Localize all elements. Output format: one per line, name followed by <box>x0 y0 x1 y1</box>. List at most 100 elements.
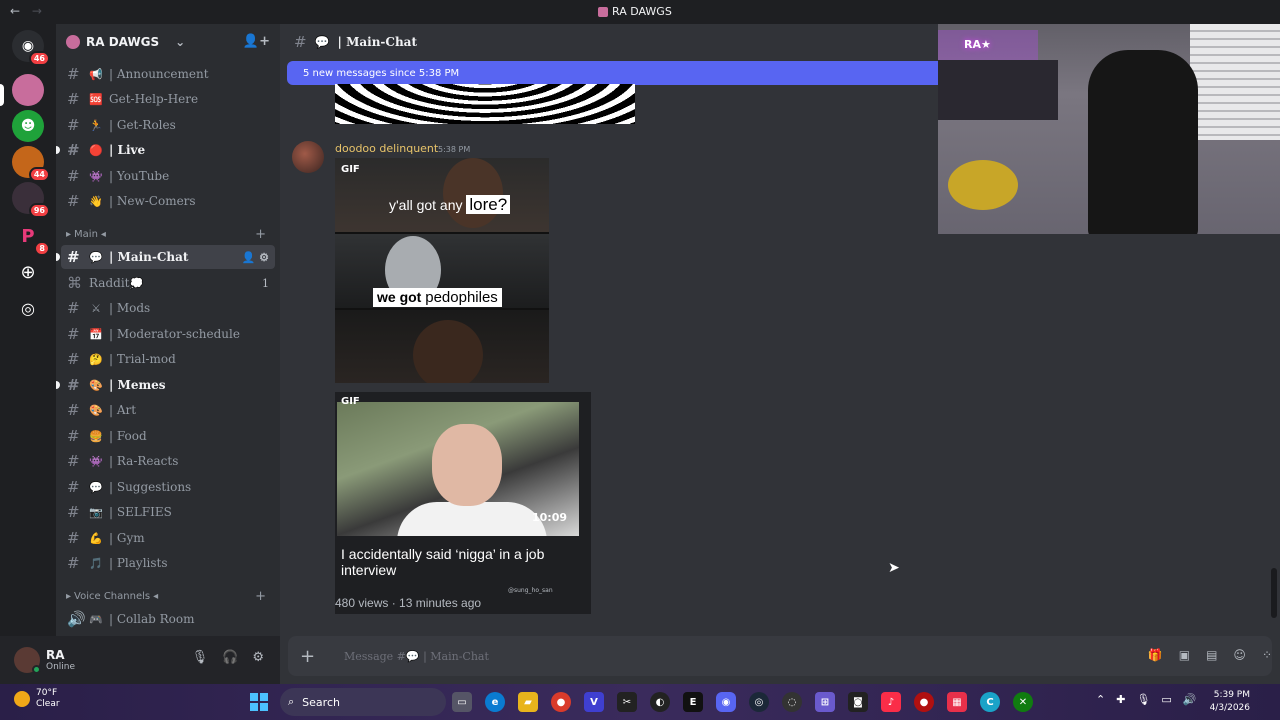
meme-gif[interactable]: y'all got any lore? we got pedophiles GI… <box>335 158 549 383</box>
channel-get-help-here[interactable]: # 🆘 Get-Help-Here <box>61 87 275 111</box>
voice-collab-room[interactable]: 🔊 🎮 | Collab Room <box>61 607 275 631</box>
channel-playlists[interactable]: # 🎵 | Playlists <box>61 551 275 575</box>
meme-panel-3 <box>335 310 549 383</box>
channel-memes[interactable]: # 🎨 | Memes <box>56 373 275 397</box>
windows-start-icon[interactable] <box>250 693 268 711</box>
weather-widget[interactable]: 70°F Clear <box>14 688 60 710</box>
discord-icon[interactable]: ◉ <box>716 692 736 712</box>
server-p-badge: 8 <box>34 241 50 256</box>
message-input[interactable]: Message #💬 | Main-Chat <box>344 650 489 663</box>
back-icon[interactable]: ← <box>10 4 20 18</box>
chrome-icon[interactable]: ● <box>551 692 571 712</box>
channel-food[interactable]: # 🍔 | Food <box>61 424 275 448</box>
folder-icon[interactable]: ▰ <box>518 692 538 712</box>
avatar[interactable] <box>14 647 41 674</box>
gear-icon[interactable]: ⚙ <box>252 650 264 665</box>
channel-art[interactable]: # 🎨 | Art <box>61 398 275 422</box>
category-voice[interactable]: ▸ Voice Channels ◂ + <box>66 589 266 604</box>
video-thumbnail[interactable]: 10:09 <box>337 402 579 536</box>
chat-scrollbar[interactable] <box>1271 568 1277 618</box>
channel-ra-reacts[interactable]: # 👾 | Ra-Reacts <box>61 449 275 473</box>
forward-icon[interactable]: → <box>32 4 42 18</box>
gif-badge: GIF <box>341 164 360 175</box>
channel-announcement[interactable]: # 📢 | Announcement <box>61 62 275 86</box>
display-icon[interactable]: ▭ <box>1161 693 1171 706</box>
channel-trial-mod[interactable]: # 🤔 | Trial-mod <box>61 347 275 371</box>
chevron-up-icon[interactable]: ⌃ <box>1096 693 1105 706</box>
channel-main-chat[interactable]: # 💬 | Main-Chat 👤 ⚙ <box>56 245 275 269</box>
speaker-icon: 🔊 <box>67 610 86 628</box>
xbox-icon[interactable]: ✕ <box>1013 692 1033 712</box>
channel-settings-icons[interactable]: 👤 ⚙ <box>242 251 269 264</box>
channel-moderator-schedule[interactable]: # 📅 | Moderator-schedule <box>61 322 275 346</box>
channel-suggestions[interactable]: # 💬 | Suggestions <box>61 475 275 499</box>
system-clock[interactable]: 5:39 PM 4/3/2026 <box>1200 689 1250 715</box>
server-header[interactable]: RA DAWGS ⌄ 👤+ <box>56 24 280 60</box>
server-icon-p[interactable]: P 8 <box>12 220 50 256</box>
capcut-icon[interactable]: ✂ <box>617 692 637 712</box>
user-info[interactable]: RA Online <box>46 648 75 672</box>
channel-new-comers[interactable]: # 👋 | New-Comers <box>61 189 275 213</box>
hash-icon: # <box>67 65 80 83</box>
add-server-icon[interactable]: ⊕ <box>12 256 44 288</box>
spotify-icon[interactable]: ◌ <box>782 692 802 712</box>
channel-selfies[interactable]: # 📷 | SELFIES <box>61 500 275 524</box>
channel-label: | Ra-Reacts <box>109 454 179 468</box>
clock-date: 4/3/2026 <box>1209 703 1250 713</box>
channel-label: | New-Comers <box>109 194 196 208</box>
unread-indicator <box>56 381 60 389</box>
microphone-icon[interactable]: 🎙 <box>192 650 209 665</box>
previous-image-embed[interactable] <box>335 84 635 124</box>
server-header-icon <box>66 35 80 49</box>
gif-icon[interactable]: ▣ <box>1179 648 1190 662</box>
forum-raddit[interactable]: ⌘ Raddit 💭 1 <box>61 271 275 295</box>
message-avatar[interactable] <box>292 141 324 173</box>
headphones-icon[interactable]: 🎧 <box>222 650 238 665</box>
channel-mods[interactable]: # ⚔ | Mods <box>61 296 275 320</box>
taskbar-search[interactable]: ⌕ Search <box>280 688 446 716</box>
apple-music-icon[interactable]: ♪ <box>881 692 901 712</box>
server-folder-icon[interactable]: 96 <box>12 182 50 218</box>
invite-user-icon[interactable]: 👤+ <box>243 34 270 49</box>
server-icon-3[interactable]: 44 <box>12 146 50 182</box>
gift-icon[interactable]: 🎁 <box>1148 648 1163 662</box>
category-main[interactable]: ▸ Main ◂ + <box>66 227 266 242</box>
channel-emoji: 🆘 <box>89 92 103 106</box>
c-app-icon[interactable]: C <box>980 692 1000 712</box>
speaker-icon: ◂ <box>100 229 106 240</box>
vegas-icon[interactable]: V <box>584 692 604 712</box>
new-messages-bar[interactable]: 5 new messages since 5:38 PM <box>287 61 939 85</box>
add-channel-icon[interactable]: + <box>255 589 266 604</box>
server-icon-1[interactable] <box>12 74 44 106</box>
channel-gym[interactable]: # 💪 | Gym <box>61 526 275 550</box>
volume-icon[interactable]: 🔊 <box>1183 693 1197 706</box>
apps-icon[interactable]: ⁘ <box>1262 648 1272 662</box>
channel-get-roles[interactable]: # 🏃 | Get-Roles <box>61 113 275 137</box>
record-icon[interactable]: ● <box>914 692 934 712</box>
obs-icon[interactable]: ◐ <box>650 692 670 712</box>
steam-icon[interactable]: ◎ <box>749 692 769 712</box>
attach-plus-icon[interactable]: + <box>300 646 330 667</box>
epic-games-icon[interactable]: E <box>683 692 703 712</box>
file-icon[interactable]: ▭ <box>452 692 472 712</box>
discord-home-icon[interactable]: ◉ 46 <box>12 30 50 66</box>
video-embed[interactable]: 10:09 GIF I accidentally said ‘nigga’ in… <box>335 392 591 614</box>
gamepad-icon[interactable]: ⊞ <box>815 692 835 712</box>
antivirus-icon[interactable]: ✚ <box>1116 693 1125 706</box>
chevron-down-icon[interactable]: ⌄ <box>175 35 185 49</box>
add-channel-icon[interactable]: + <box>255 227 266 242</box>
message-author[interactable]: doodoo delinquent <box>335 142 438 155</box>
channel-youtube[interactable]: # 👾 | YouTube <box>61 164 275 188</box>
hash-icon: # <box>67 167 80 185</box>
discover-icon[interactable]: ◎ <box>12 292 44 324</box>
channel-label: Raddit <box>89 276 130 290</box>
server-icon-2[interactable]: ☻ <box>12 110 44 142</box>
sticker-icon[interactable]: ▤ <box>1206 648 1217 662</box>
weather-condition: Clear <box>36 699 60 709</box>
microphone-icon[interactable]: 🎙 <box>1136 693 1150 706</box>
channel-live[interactable]: # 🔴 | Live <box>56 138 275 162</box>
emoji-icon[interactable]: ☺ <box>1233 648 1246 662</box>
camera-icon[interactable]: ◙ <box>848 692 868 712</box>
edge-icon[interactable]: e <box>485 692 505 712</box>
app-icon[interactable]: ▦ <box>947 692 967 712</box>
